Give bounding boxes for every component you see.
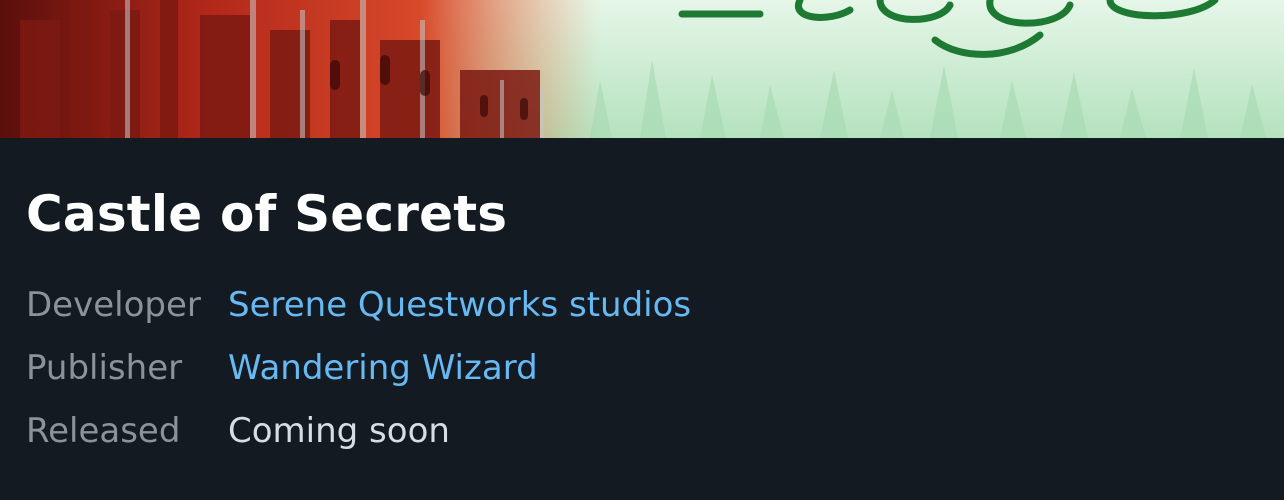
developer-link[interactable]: Serene Questworks studios — [228, 282, 691, 328]
developer-row: Developer Serene Questworks studios — [26, 282, 1266, 328]
game-title: Castle of Secrets — [26, 185, 508, 243]
publisher-label: Publisher — [26, 348, 183, 388]
developer-label: Developer — [26, 285, 201, 325]
game-info-panel: Castle of Secrets Developer Serene Quest… — [0, 138, 1284, 500]
cover-art-illustration — [0, 0, 1284, 138]
release-date-value: Coming soon — [228, 411, 450, 451]
game-details-page: Castle of Secrets Developer Serene Quest… — [0, 0, 1284, 500]
released-row: Released Coming soon — [26, 408, 1266, 454]
publisher-row: Publisher Wandering Wizard — [26, 345, 1266, 391]
cover-art-banner — [0, 0, 1284, 138]
publisher-link[interactable]: Wandering Wizard — [228, 345, 538, 391]
released-label: Released — [26, 411, 181, 451]
